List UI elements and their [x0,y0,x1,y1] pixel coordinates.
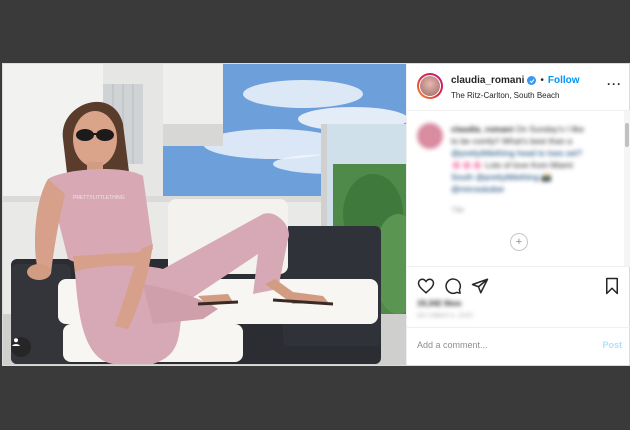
caption-text: claudia_romani On Sunday's I like to be … [451,123,621,195]
caption-line-2: to be comfy!! What's best than a [451,136,573,146]
caption-time: 73w [451,207,464,214]
user-tag-glyph [12,338,20,346]
comment-input[interactable] [417,340,587,350]
post-photo-illustration: PRETTYLITTLETHING [3,64,406,365]
share-icon[interactable] [471,277,489,295]
username-link[interactable]: claudia_romani [451,75,524,86]
likes-count[interactable]: 19,342 likes [417,299,461,308]
user-tag-icon[interactable] [11,337,31,357]
comments-section: claudia_romani On Sunday's I like to be … [407,111,630,266]
scrollbar-thumb[interactable] [625,123,629,147]
caption-line-1: On Sunday's I like [515,124,584,134]
avatar-image [420,76,440,96]
post-sidebar: claudia_romani • Follow The Ritz-Carlton… [406,64,630,365]
caption-username[interactable]: claudia_romani [451,124,513,134]
load-more-comments-icon[interactable]: + [510,233,528,251]
comments-scrollbar[interactable] [624,111,630,266]
verified-badge-icon [527,76,537,85]
bookmark-icon[interactable] [603,277,621,295]
post-actions: 19,342 likes OCTOBER 5, 2020 [407,266,630,327]
username-row: claudia_romani • Follow [451,75,580,86]
comment-bar: Post [407,327,630,366]
caption-line-4: 🌸🌸🌸 Lots of love from Miami [451,160,573,170]
caption-line-6[interactable]: @mirceatuber [451,184,505,194]
post-date[interactable]: OCTOBER 5, 2020 [417,313,473,319]
caption-line-5[interactable]: South @prettylittlething 📸 [451,172,552,182]
avatar-ring [419,75,441,97]
location-link[interactable]: The Ritz-Carlton, South Beach [451,91,560,100]
post-comment-button[interactable]: Post [602,340,622,350]
post-photo[interactable]: PRETTYLITTLETHING [3,64,406,365]
comment-icon[interactable] [444,277,462,295]
instagram-post: PRETTYLITTLETHING claudia_romani • Follo… [2,63,630,366]
svg-text:PRETTYLITTLETHING: PRETTYLITTLETHING [73,195,125,201]
follow-button[interactable]: Follow [548,75,580,86]
post-header: claudia_romani • Follow The Ritz-Carlton… [407,64,630,111]
caption-line-3[interactable]: @prettylittlething head to toes set? [451,148,582,158]
heart-icon[interactable] [417,277,435,295]
caption-avatar[interactable] [417,123,443,149]
avatar[interactable] [417,73,443,99]
separator-dot: • [540,75,544,86]
more-options-icon[interactable]: ··· [607,77,622,91]
